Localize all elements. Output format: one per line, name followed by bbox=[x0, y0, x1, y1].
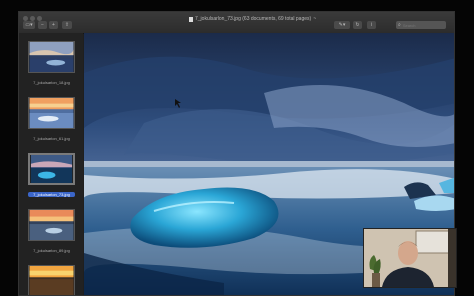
thumbnail-image bbox=[28, 209, 75, 241]
thumbnail-label: 7_jokulsarlon_18.jpg bbox=[33, 80, 70, 85]
rotate-icon: ↻ bbox=[355, 21, 360, 28]
thumbnail-image bbox=[28, 41, 75, 73]
thumbnail-image bbox=[28, 97, 75, 129]
zoom-out-button[interactable]: − bbox=[38, 21, 47, 29]
title-chevron-icon[interactable]: ~ bbox=[313, 16, 316, 22]
thumbnail-image bbox=[28, 153, 75, 185]
zoom-in-button[interactable]: + bbox=[49, 21, 58, 29]
markup-button[interactable]: ✎▾ bbox=[334, 21, 350, 29]
magnifier-minus-icon: − bbox=[41, 21, 44, 28]
thumbnail-label: 7_jokulsarlon_73.jpg bbox=[28, 192, 75, 197]
magnifier-plus-icon: + bbox=[52, 21, 55, 28]
thumbnail-item-selected[interactable]: 7_jokulsarlon_73.jpg bbox=[28, 153, 75, 197]
info-icon: i bbox=[370, 21, 373, 28]
thumbnail-sidebar: 7_jokulsarlon_18.jpg 7_jokulsarlon_61.jp… bbox=[19, 33, 83, 295]
thumbnail-label: 7_jokulsarlon_61.jpg bbox=[33, 136, 70, 141]
webcam-overlay bbox=[363, 228, 457, 288]
thumbnail-item[interactable]: 7_jokulsarlon_89.jpg bbox=[28, 209, 75, 253]
document-icon bbox=[189, 16, 193, 22]
title-bar: ▭▾ − + ⇧ 7_jokulsarlon_73.jpg (63 docume… bbox=[19, 12, 454, 34]
sidebar-icon: ▭▾ bbox=[25, 21, 33, 28]
rotate-button[interactable]: ↻ bbox=[353, 21, 362, 29]
thumbnail-item[interactable]: 7_jokulsarlon_18.jpg bbox=[28, 41, 75, 85]
search-input[interactable] bbox=[400, 22, 445, 28]
sidebar-toggle-button[interactable]: ▭▾ bbox=[23, 21, 35, 29]
presenter-video bbox=[364, 229, 456, 287]
info-button[interactable]: i bbox=[367, 21, 376, 29]
pen-icon: ✎▾ bbox=[338, 21, 346, 28]
share-button[interactable]: ⇧ bbox=[62, 21, 72, 29]
thumbnail-label: 7_jokulsarlon_89.jpg bbox=[33, 248, 70, 253]
share-icon: ⇧ bbox=[64, 21, 70, 28]
thumbnail-image bbox=[28, 265, 75, 295]
search-field[interactable]: ⌕ bbox=[396, 21, 446, 29]
window-title: 7_jokulsarlon_73.jpg (63 documents, 69 t… bbox=[189, 15, 316, 23]
thumbnail-item[interactable]: 7_jokulsarlon_61.jpg bbox=[28, 97, 75, 141]
thumbnail-item[interactable] bbox=[28, 265, 75, 295]
